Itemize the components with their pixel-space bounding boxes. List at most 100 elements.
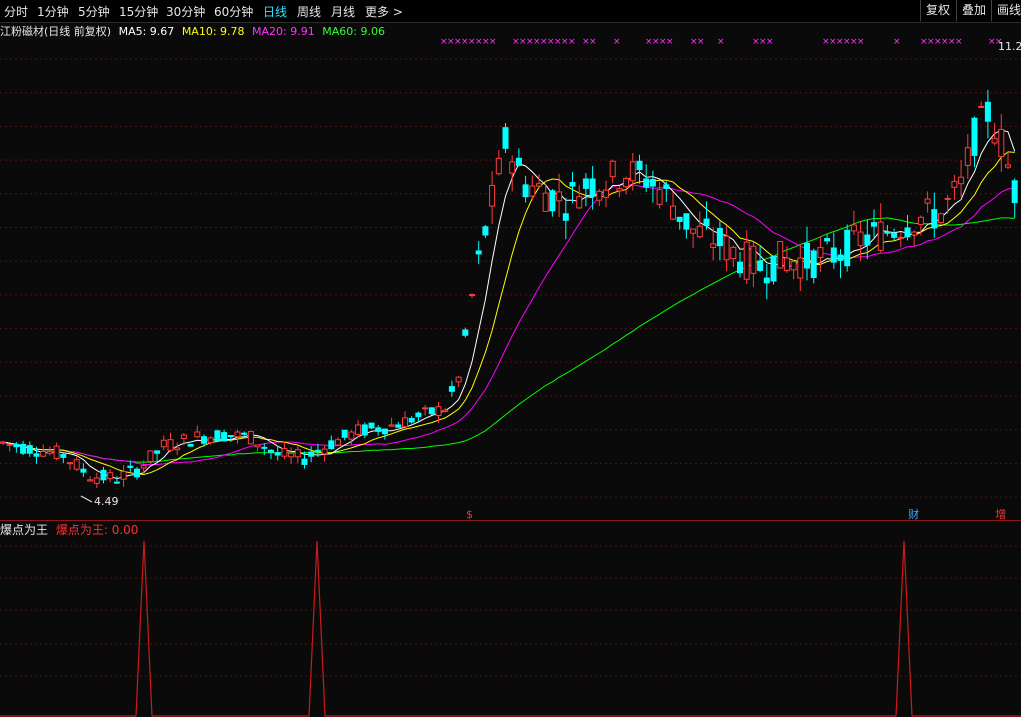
candle [93,472,100,489]
candle-body [723,235,730,261]
candle [783,246,790,273]
period-tab[interactable]: 日线 [263,3,287,20]
marker-x: × [461,37,469,47]
candle-body [964,147,971,166]
candle [730,245,737,267]
candle [897,232,904,248]
candle [67,462,73,470]
top-markers: × × × × × × × × × × × × × × × × × × × × × × × × × × × × × × × × × × × × × × × ×… [440,37,1003,47]
candle [20,440,27,456]
period-tab[interactable]: 5分钟 [78,3,110,20]
candle-body [187,443,194,447]
candle-body [341,429,348,438]
candle-body [140,465,147,469]
sub-indicator-name: 爆点为王 [0,523,49,537]
candle-body [160,439,167,448]
ma60-line [2,217,1015,463]
marker-x: × [454,37,462,47]
candle [529,175,536,201]
candle-body [107,472,114,480]
candle [656,181,663,209]
candle-body [871,222,877,227]
period-tab[interactable]: 分时 [4,3,28,20]
candle-body [180,434,187,440]
candle [60,453,67,464]
candle-body [522,184,529,198]
candle-body [455,376,462,383]
candle [489,171,496,224]
candle [690,228,697,248]
candle-body [877,221,884,251]
sub-grid [0,545,1021,677]
candle-body [227,435,234,438]
candle [455,375,462,388]
candle [582,173,589,207]
toolbar-button[interactable]: 复权 [920,0,955,21]
candle-body [422,407,429,410]
candle [616,185,623,198]
candle [757,245,764,273]
candle-body [824,238,831,242]
candle [214,429,221,442]
candle [381,428,388,440]
candle-body [482,226,489,236]
candle [328,435,335,450]
candle [676,216,683,230]
candle [931,192,938,238]
candle [46,446,53,456]
candle [737,252,743,278]
price-legend: 江粉磁材(日线 前复权) MA5: 9.67 MA10: 9.78 MA20: … [0,23,389,39]
candle [147,450,154,465]
period-tab[interactable]: 30分钟 [166,3,205,20]
candle-body [80,468,87,473]
toolbar-button[interactable]: 画线 [991,0,1021,21]
ma5-line [2,129,1016,480]
candle-body [603,189,609,198]
period-tab[interactable]: 15分钟 [119,3,158,20]
marker-x: × [468,37,476,47]
candle-body [696,225,703,238]
candle-body [20,443,27,454]
period-tab[interactable]: 月线 [331,3,355,20]
candle-body [1005,164,1011,168]
candle-body [730,246,737,260]
candles [0,89,1018,489]
ma5-label: MA5: 9.67 [118,25,175,38]
candle-body [100,469,107,481]
candle-body [810,250,817,278]
candle-body [582,178,589,189]
candle-body [301,458,308,465]
candle-body [113,481,120,484]
candle [261,443,268,456]
candle [562,197,569,240]
candle-body [375,427,382,432]
candle [844,224,851,272]
candle-body [670,205,676,220]
marker-x: × [690,37,698,47]
candle-body [515,157,522,166]
candle-body [804,242,810,269]
candle [589,166,596,210]
candle-body [274,452,281,456]
candle-body [817,246,824,258]
period-tab[interactable]: 1分钟 [37,3,69,20]
candle [301,451,308,469]
period-tab[interactable]: 更多 > [365,3,403,20]
candle [428,407,435,416]
kline-chart[interactable]: × × × × × × × × × × × × × × × × × × × × × × × × × × × × × × × × × × × × × × × ×… [0,0,1021,717]
candle [0,440,6,445]
candle-body [281,448,288,457]
period-tab[interactable]: 周线 [297,3,321,20]
candle-body [884,231,891,234]
candle [207,436,214,445]
marker-x: × [836,37,844,47]
candle-body [757,260,764,271]
candle [281,441,288,460]
candle [750,241,757,287]
candle [415,411,422,422]
period-tab[interactable]: 60分钟 [214,3,253,20]
sub-indicator-value: 爆点为王: 0.00 [55,523,139,537]
toolbar-button[interactable]: 叠加 [956,0,991,21]
candle-body [971,117,978,156]
marker-x: × [697,37,705,47]
